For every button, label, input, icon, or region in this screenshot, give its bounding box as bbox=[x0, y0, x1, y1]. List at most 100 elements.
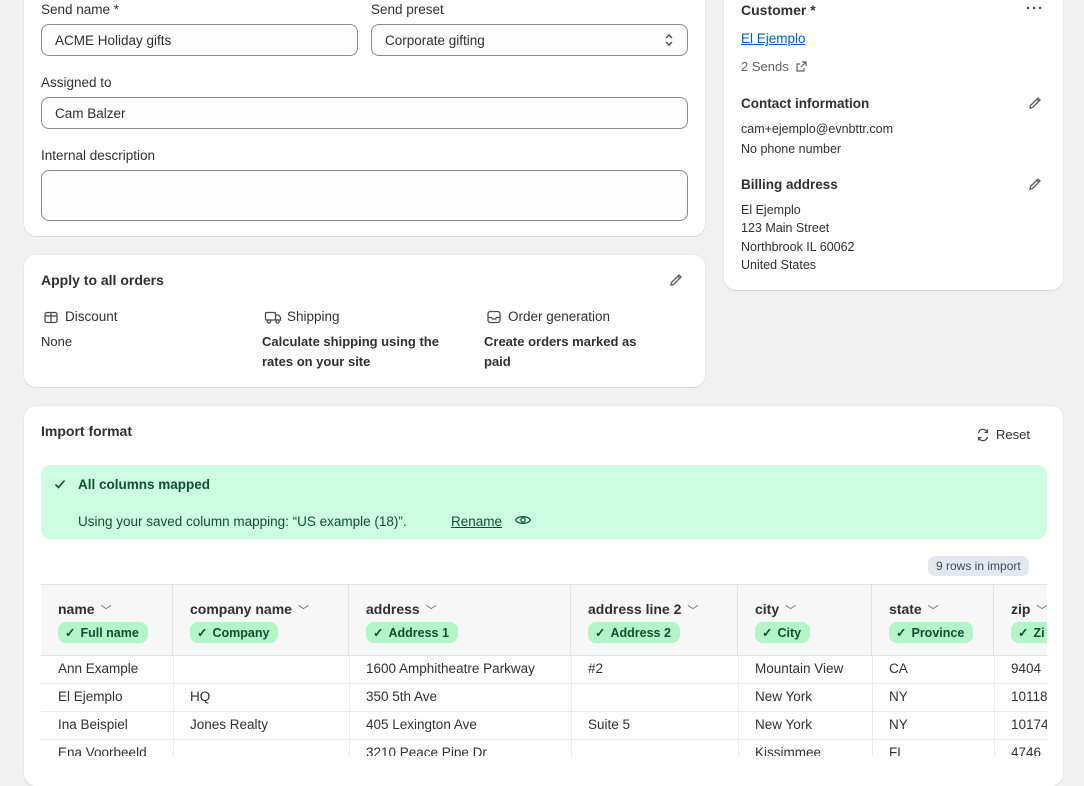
banner-text: Using your saved column mapping: “US exa… bbox=[78, 514, 407, 529]
assigned-to-label: Assigned to bbox=[41, 75, 112, 90]
mapping-badge[interactable]: ✓ City bbox=[755, 622, 811, 643]
column-name: address line 2 bbox=[588, 601, 682, 617]
table-cell: 10118 bbox=[1011, 689, 1047, 704]
customer-sends-count: 2 Sends bbox=[741, 59, 789, 74]
shipping-value-line-1: Calculate shipping using the bbox=[262, 334, 439, 349]
internal-description-textarea[interactable] bbox=[41, 170, 688, 221]
column-name: company name bbox=[190, 601, 292, 617]
mapping-label: City bbox=[777, 625, 802, 640]
billing-line: 123 Main Street bbox=[741, 221, 830, 235]
discount-label: Discount bbox=[65, 309, 118, 324]
check-icon: ✓ bbox=[595, 626, 606, 640]
mapping-badge[interactable]: ✓ Company bbox=[190, 622, 279, 643]
select-arrows-icon bbox=[664, 33, 674, 47]
send-name-input[interactable]: ACME Holiday gifts bbox=[41, 24, 358, 56]
table-cell: Ina Beispiel bbox=[58, 717, 128, 732]
table-cell: Ena Voorbeeld bbox=[58, 745, 147, 756]
external-link-icon bbox=[795, 60, 808, 73]
mapping-label: Company bbox=[212, 625, 270, 640]
mapping-badge[interactable]: ✓ Address 2 bbox=[588, 622, 680, 643]
table-cell: 3210 Peace Pipe Dr bbox=[366, 745, 487, 756]
table-row: Ina Beispiel Jones Realty 405 Lexington … bbox=[41, 711, 1047, 740]
column-header[interactable]: city ﹀ ✓ City bbox=[738, 585, 872, 655]
table-row: Ann Example 1600 Amphitheatre Parkway #2… bbox=[41, 655, 1047, 684]
more-actions-button[interactable]: ··· bbox=[1026, 0, 1044, 17]
billing-line: El Ejemplo bbox=[741, 203, 801, 217]
table-row: El Ejemplo HQ 350 5th Ave New York NY 10… bbox=[41, 683, 1047, 712]
check-icon: ✓ bbox=[65, 626, 76, 640]
order-generation-value-line-1: Create orders marked as bbox=[484, 334, 637, 349]
check-icon: ✓ bbox=[197, 626, 208, 640]
reset-icon bbox=[976, 428, 990, 442]
column-name: address bbox=[366, 601, 420, 617]
table-cell: Ann Example bbox=[58, 661, 139, 676]
mapping-label: Address 2 bbox=[610, 625, 671, 640]
column-header[interactable]: zip ﹀ ✓ Zi bbox=[994, 585, 1047, 655]
shipping-truck-icon bbox=[264, 309, 282, 325]
mapping-label: Full name bbox=[80, 625, 139, 640]
send-preset-value: Corporate gifting bbox=[385, 32, 485, 48]
assigned-to-input[interactable]: Cam Balzer bbox=[41, 97, 688, 129]
chevron-down-icon: ﹀ bbox=[100, 605, 112, 617]
chevron-down-icon: ﹀ bbox=[927, 605, 939, 617]
eye-icon[interactable] bbox=[514, 513, 532, 527]
table-cell: 350 5th Ave bbox=[366, 689, 438, 704]
table-cell: New York bbox=[755, 689, 813, 704]
chevron-down-icon: ﹀ bbox=[1036, 605, 1047, 617]
mapping-label: Province bbox=[911, 625, 965, 640]
edit-contact-icon[interactable] bbox=[1027, 95, 1043, 111]
check-icon: ✓ bbox=[1018, 626, 1029, 640]
assigned-to-value: Cam Balzer bbox=[55, 105, 126, 121]
table-cell: CA bbox=[889, 661, 908, 676]
chevron-down-icon: ﹀ bbox=[687, 605, 699, 617]
discount-value: None bbox=[41, 334, 73, 349]
column-header[interactable]: company name ﹀ ✓ Company bbox=[173, 585, 349, 655]
customer-name-link[interactable]: El Ejemplo bbox=[741, 31, 806, 46]
mapping-badge[interactable]: ✓ Zi bbox=[1011, 622, 1047, 643]
table-cell: Mountain View bbox=[755, 661, 844, 676]
send-name-value: ACME Holiday gifts bbox=[55, 32, 172, 48]
mapping-badge[interactable]: ✓ Province bbox=[889, 622, 974, 643]
apply-to-all-orders-title: Apply to all orders bbox=[41, 272, 164, 288]
chevron-down-icon: ﹀ bbox=[425, 605, 437, 617]
check-icon: ✓ bbox=[896, 626, 907, 640]
send-name-label: Send name * bbox=[41, 2, 120, 17]
column-name: city bbox=[755, 601, 780, 617]
column-header[interactable]: address ﹀ ✓ Address 1 bbox=[349, 585, 571, 655]
customer-title: Customer * bbox=[741, 2, 816, 18]
reset-label: Reset bbox=[996, 427, 1030, 442]
table-cell: Jones Realty bbox=[190, 717, 269, 732]
column-name: name bbox=[58, 601, 95, 617]
edit-billing-icon[interactable] bbox=[1027, 176, 1043, 192]
edit-apply-all-icon[interactable] bbox=[668, 272, 684, 288]
billing-address-title: Billing address bbox=[741, 177, 838, 192]
shipping-label: Shipping bbox=[287, 309, 340, 324]
shipping-value-line-2: rates on your site bbox=[262, 354, 371, 369]
contact-email: cam+ejemplo@evnbttr.com bbox=[741, 122, 893, 136]
order-generation-label: Order generation bbox=[508, 309, 611, 324]
contact-information-title: Contact information bbox=[741, 96, 870, 111]
column-header[interactable]: name ﹀ ✓ Full name bbox=[41, 585, 173, 655]
table-cell: HQ bbox=[190, 689, 211, 704]
send-preset-label: Send preset bbox=[371, 2, 444, 17]
reset-button[interactable]: Reset bbox=[976, 427, 1030, 442]
banner-title: All columns mapped bbox=[78, 477, 211, 492]
send-preset-select[interactable]: Corporate gifting bbox=[371, 24, 688, 56]
column-header[interactable]: address line 2 ﹀ ✓ Address 2 bbox=[571, 585, 738, 655]
check-icon: ✓ bbox=[373, 626, 384, 640]
column-header[interactable]: state ﹀ ✓ Province bbox=[872, 585, 994, 655]
mapping-label: Address 1 bbox=[388, 625, 449, 640]
mapping-badge[interactable]: ✓ Address 1 bbox=[366, 622, 458, 643]
contact-phone: No phone number bbox=[741, 142, 842, 156]
chevron-down-icon: ﹀ bbox=[297, 605, 309, 617]
discount-icon bbox=[43, 309, 59, 325]
mapping-badge[interactable]: ✓ Full name bbox=[58, 622, 148, 643]
table-cell: NY bbox=[889, 717, 908, 732]
table-cell: 9404 bbox=[1011, 661, 1042, 676]
chevron-down-icon: ﹀ bbox=[785, 605, 797, 617]
customer-sends[interactable]: 2 Sends bbox=[741, 59, 808, 74]
check-icon: ✓ bbox=[762, 626, 773, 640]
table-cell: 1600 Amphitheatre Parkway bbox=[366, 661, 535, 676]
rename-link[interactable]: Rename bbox=[451, 514, 502, 529]
import-format-title: Import format bbox=[41, 423, 132, 439]
